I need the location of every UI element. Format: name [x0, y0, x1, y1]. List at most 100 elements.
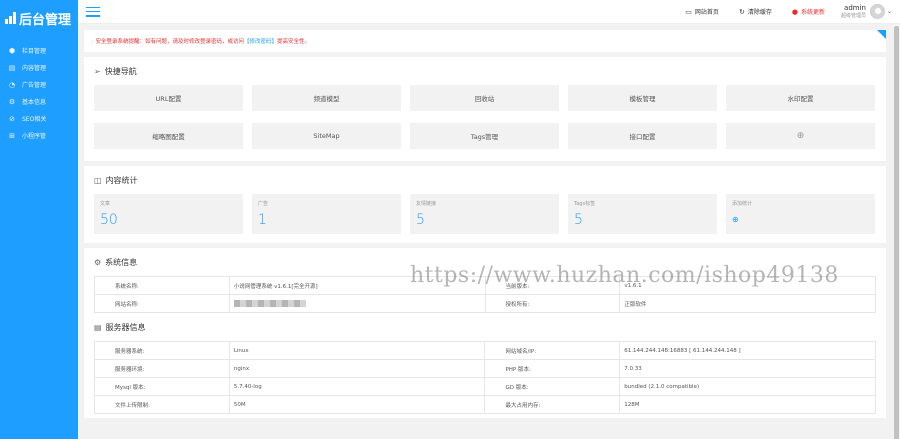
- sidebar-item-column[interactable]: ⬢ 栏目管理: [0, 42, 78, 59]
- apps-icon: ⊞: [9, 131, 15, 140]
- sidebar-item-content[interactable]: ▤ 内容管理: [0, 59, 78, 76]
- logo-text: 后台管理: [19, 12, 72, 28]
- stats-card: ◫ 内容统计 文章 50 广告 1 友情链接 5 Tags标签 5 添加统计 ⊕: [84, 166, 886, 243]
- table-key: PHP 版本:: [484, 359, 621, 378]
- sidebar-item-basic-info[interactable]: ⚙ 基本信息: [0, 93, 78, 110]
- system-update-label: 系统更新: [800, 9, 825, 16]
- quick-recycle-bin[interactable]: 回收站: [410, 85, 559, 111]
- add-quick-nav-button[interactable]: ⊕: [726, 122, 875, 149]
- plus-circle-icon: ⊕: [732, 215, 739, 224]
- user-name: admin: [844, 4, 866, 12]
- cube-icon: ⬢: [8, 46, 16, 55]
- table-value: 小说网管理系统 v1.6.1[完全开源]: [228, 276, 486, 295]
- clear-cache-label: 清除缓存: [747, 9, 772, 16]
- quick-nav-title: ➢ 快捷导航: [84, 57, 886, 85]
- table-key: 最大占用内存:: [484, 395, 621, 414]
- logo[interactable]: 后台管理: [0, 0, 78, 36]
- stats-title-text: 内容统计: [105, 175, 138, 185]
- seo-icon: ⊘: [9, 114, 15, 123]
- quick-tags-manage[interactable]: Tags管理: [410, 122, 559, 149]
- table-row: Mysql 版本: 5.7.40-log GD 版本: bundled (2.1…: [94, 377, 876, 396]
- system-update-link[interactable]: ● 系统更新: [791, 7, 825, 17]
- system-info-title: ⚙ 系统信息: [84, 248, 886, 276]
- stat-tags[interactable]: Tags标签 5: [568, 194, 717, 234]
- sidebar-item-ads[interactable]: ◔ 广告管理: [0, 76, 78, 93]
- menu-toggle-icon[interactable]: [86, 6, 100, 17]
- topbar-actions: ▭ 网站首页 ↻ 清除缓存 ● 系统更新 admin 超级管理员 ⌄: [665, 0, 900, 24]
- stat-label: 添加统计: [732, 201, 753, 207]
- stat-label: 友情链接: [416, 201, 437, 207]
- main-content: · 安全登录系统提醒：如有问题，请及时修改登录密码，或访问 【修改密码】 提高安…: [84, 30, 886, 423]
- clear-cache-link[interactable]: ↻ 清除缓存: [739, 7, 772, 17]
- site-home-link[interactable]: ▭ 网站首页: [685, 7, 719, 17]
- quick-sitemap[interactable]: SiteMap: [252, 122, 401, 149]
- user-text: admin 超级管理员: [841, 4, 866, 19]
- quick-channel-model[interactable]: 频道模型: [252, 85, 401, 111]
- monitor-icon: ▭: [685, 7, 692, 16]
- user-menu[interactable]: admin 超级管理员 ⌄: [841, 4, 892, 19]
- stats-grid: 文章 50 广告 1 友情链接 5 Tags标签 5 添加统计 ⊕: [84, 194, 886, 234]
- change-password-link[interactable]: 【修改密码】: [244, 37, 277, 45]
- user-role: 超级管理员: [840, 13, 866, 19]
- table-row: 网站名称: 授权所有: 正版软件: [94, 294, 876, 313]
- table-row: 服务器环境: nginx PHP 版本: 7.0.33: [94, 359, 876, 378]
- gear-icon: ⚙: [94, 257, 102, 267]
- stat-label: Tags标签: [574, 201, 596, 207]
- server-icon: ▤: [94, 322, 102, 332]
- stats-title: ◫ 内容统计: [84, 166, 886, 194]
- table-key: 服务器环境:: [94, 359, 230, 378]
- alert-icon: ●: [791, 7, 798, 16]
- table-key: 文件上传限制:: [94, 395, 230, 414]
- table-value: bundled (2.1.0 compatible): [619, 377, 876, 396]
- quick-nav-card: ➢ 快捷导航 URL配置 频道模型 回收站 模板管理 水印配置 缩略图配置 Si…: [84, 57, 886, 161]
- stat-label: 广告: [258, 201, 269, 207]
- sidebar-item-seo[interactable]: ⊘ SEO相关: [0, 110, 78, 127]
- sidebar-nav: ⬢ 栏目管理 ▤ 内容管理 ◔ 广告管理 ⚙ 基本信息 ⊘ SEO相关 ⊞ 小程…: [0, 42, 78, 144]
- table-value: 正版软件: [619, 294, 876, 313]
- system-info-table: 系统名称: 小说网管理系统 v1.6.1[完全开源] 当前版本: v1.6.1 …: [94, 276, 876, 313]
- table-value: 5.7.40-log: [228, 377, 486, 396]
- sidebar-item-label: 栏目管理: [22, 48, 47, 55]
- chevron-down-icon: ⌄: [886, 8, 892, 15]
- scrollbar[interactable]: [893, 24, 900, 439]
- table-value: nginx: [228, 359, 486, 378]
- info-card: ⚙ 系统信息 系统名称: 小说网管理系统 v1.6.1[完全开源] 当前版本: …: [84, 248, 886, 418]
- site-home-label: 网站首页: [694, 9, 719, 16]
- table-value: [228, 294, 486, 313]
- sidebar-item-miniapp[interactable]: ⊞ 小程序管: [0, 127, 78, 144]
- stat-value: 5: [416, 212, 425, 228]
- server-info-title: ▤ 服务器信息: [84, 313, 886, 341]
- megaphone-icon: ◔: [8, 80, 16, 89]
- avatar: [869, 4, 885, 19]
- stat-ads[interactable]: 广告 1: [252, 194, 401, 234]
- quick-template-manage[interactable]: 模板管理: [568, 85, 717, 111]
- table-value: 128M: [619, 395, 876, 414]
- table-value: v1.6.1: [619, 276, 876, 295]
- sidebar: 后台管理 ⬢ 栏目管理 ▤ 内容管理 ◔ 广告管理 ⚙ 基本信息 ⊘ SEO相关…: [0, 0, 78, 439]
- table-key: 当前版本:: [484, 276, 621, 295]
- topbar: ▭ 网站首页 ↻ 清除缓存 ● 系统更新 admin 超级管理员 ⌄: [78, 0, 900, 24]
- sidebar-item-label: SEO相关: [22, 116, 47, 123]
- quick-api-config[interactable]: 接口配置: [568, 122, 717, 149]
- send-icon: ➢: [94, 66, 101, 76]
- table-value: Linux: [228, 341, 486, 360]
- redacted-site-name: [233, 300, 306, 307]
- stat-add[interactable]: 添加统计 ⊕: [726, 194, 875, 234]
- logo-bars-icon: [5, 12, 17, 24]
- quick-nav-grid: URL配置 频道模型 回收站 模板管理 水印配置 缩略图配置 SiteMap T…: [84, 85, 886, 153]
- quick-watermark-config[interactable]: 水印配置: [726, 85, 875, 111]
- stat-articles[interactable]: 文章 50: [94, 194, 243, 234]
- stat-value: 1: [258, 212, 267, 228]
- quick-url-config[interactable]: URL配置: [94, 85, 243, 111]
- sidebar-item-label: 广告管理: [22, 82, 47, 89]
- table-row: 文件上传限制: 50M 最大占用内存: 128M: [94, 395, 876, 414]
- server-info-title-text: 服务器信息: [105, 322, 146, 332]
- stat-links[interactable]: 友情链接 5: [410, 194, 559, 234]
- quick-nav-title-text: 快捷导航: [104, 66, 137, 76]
- table-row: 服务器系统: Linux 网站域名/IP: 61.144.244.148:168…: [94, 341, 876, 360]
- plus-circle-icon: ⊕: [796, 130, 805, 141]
- quick-thumbnail-config[interactable]: 缩略图配置: [94, 122, 243, 149]
- notice-tail: 提高安全性。: [277, 39, 311, 45]
- scrollbar-thumb[interactable]: [894, 26, 899, 439]
- table-key: 网站名称:: [94, 294, 230, 313]
